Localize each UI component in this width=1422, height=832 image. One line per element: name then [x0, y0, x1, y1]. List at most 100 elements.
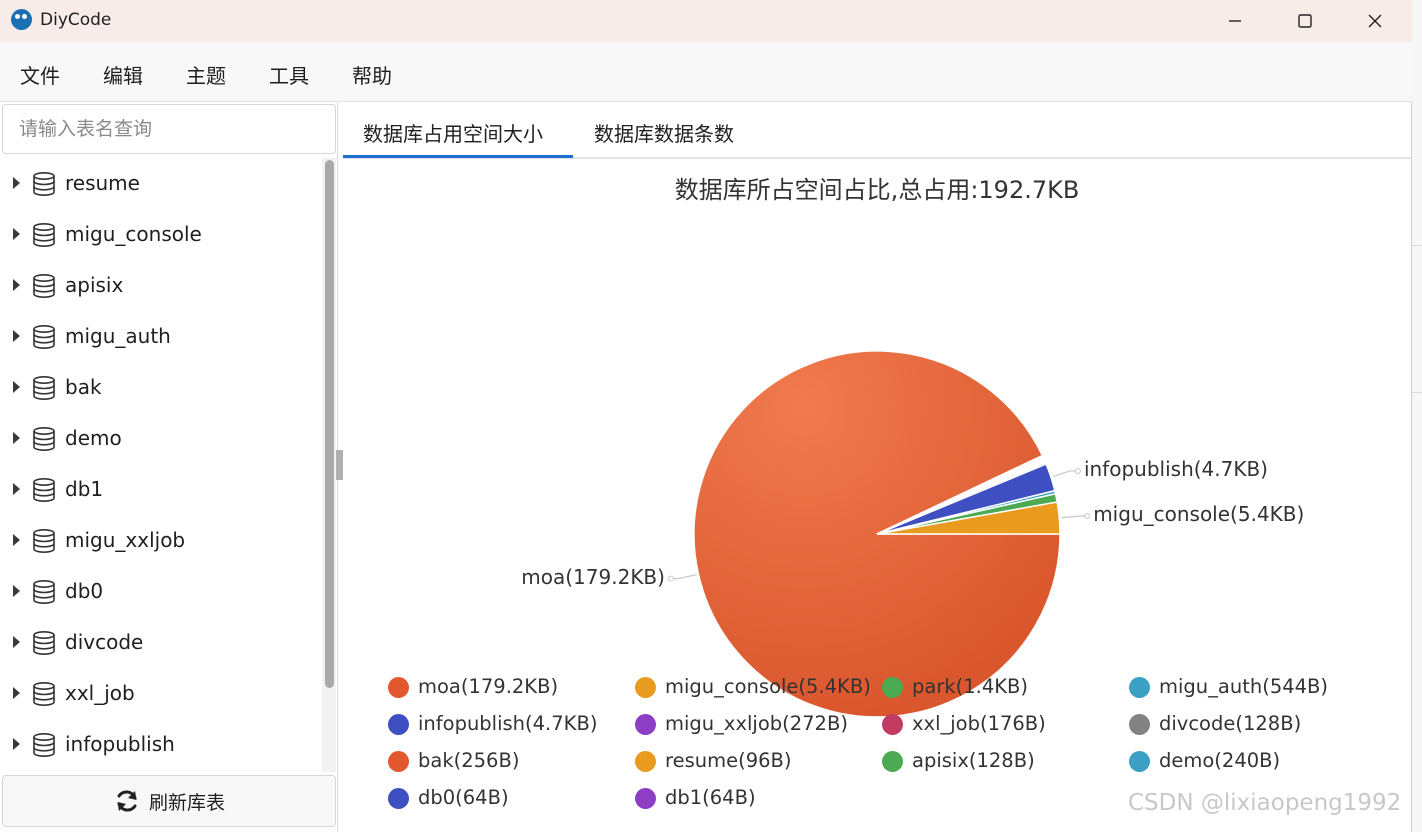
tree-item-resume[interactable]: resume [0, 158, 322, 209]
legend-marker [635, 751, 656, 772]
legend-marker [882, 714, 903, 735]
legend-label: bak(256B) [418, 749, 520, 772]
legend-label: migu_xxljob(272B) [665, 712, 848, 735]
close-button[interactable] [1340, 0, 1410, 42]
tab-bar: 数据库占用空间大小 数据库数据条数 [343, 102, 1411, 159]
legend-item-demo[interactable]: demo(240B) [1129, 747, 1369, 777]
tree-item-db0[interactable]: db0 [0, 566, 322, 617]
refresh-tables-button[interactable]: 刷新库表 [2, 775, 336, 827]
legend-item-apisix[interactable]: apisix(128B) [882, 747, 1122, 777]
pie-label-moa: moa(179.2KB) [521, 564, 665, 589]
legend-marker [1129, 677, 1150, 698]
legend-item-migu_console[interactable]: migu_console(5.4KB) [635, 673, 875, 703]
tree-item-bak[interactable]: bak [0, 362, 322, 413]
expand-arrow-icon[interactable] [13, 534, 20, 546]
title-bar: DiyCode [0, 0, 1412, 42]
legend-label: resume(96B) [665, 749, 792, 772]
refresh-label: 刷新库表 [148, 791, 225, 814]
menu-help[interactable]: 帮助 [352, 60, 392, 89]
menu-tools[interactable]: 工具 [269, 60, 309, 89]
tab-db-space-size[interactable]: 数据库占用空间大小 [363, 118, 543, 147]
database-icon [31, 375, 57, 405]
legend-marker [635, 677, 656, 698]
legend-item-migu_xxljob[interactable]: migu_xxljob(272B) [635, 710, 875, 740]
database-icon [31, 477, 57, 507]
legend-marker [882, 677, 903, 698]
tree-item-xxl_job[interactable]: xxl_job [0, 668, 322, 719]
legend-marker [635, 714, 656, 735]
legend-item-db0[interactable]: db0(64B) [388, 784, 628, 814]
tree-item-label: migu_console [65, 222, 202, 246]
database-icon [31, 171, 57, 201]
pie-label-migu_console: migu_console(5.4KB) [1093, 502, 1305, 527]
database-icon [31, 732, 57, 762]
minimize-button[interactable] [1200, 0, 1270, 42]
legend-item-migu_auth[interactable]: migu_auth(544B) [1129, 673, 1369, 703]
tree-item-infopublish[interactable]: infopublish [0, 719, 322, 770]
legend-label: moa(179.2KB) [418, 675, 559, 698]
expand-arrow-icon[interactable] [13, 279, 20, 291]
legend-item-infopublish[interactable]: infopublish(4.7KB) [388, 710, 628, 740]
tree-item-migu_xxljob[interactable]: migu_xxljob [0, 515, 322, 566]
expand-arrow-icon[interactable] [13, 177, 20, 189]
expand-arrow-icon[interactable] [13, 432, 20, 444]
expand-arrow-icon[interactable] [13, 585, 20, 597]
menu-bar: 文件 编辑 主题 工具 帮助 [0, 42, 1412, 102]
table-search-input[interactable] [2, 104, 336, 154]
leader-dot-moa [667, 575, 674, 582]
active-tab-indicator [343, 155, 573, 158]
leader-line-moa [670, 574, 697, 580]
tree-item-label: bak [65, 375, 102, 399]
legend-label: migu_auth(544B) [1159, 675, 1329, 698]
legend-label: demo(240B) [1159, 749, 1281, 772]
database-icon [31, 681, 57, 711]
window-title: DiyCode [40, 10, 112, 30]
legend-marker [882, 751, 903, 772]
tree-item-divcode[interactable]: divcode [0, 617, 322, 668]
maximize-button[interactable] [1270, 0, 1340, 42]
legend-item-divcode[interactable]: divcode(128B) [1129, 710, 1369, 740]
legend-marker [635, 788, 656, 809]
expand-arrow-icon[interactable] [13, 381, 20, 393]
sidebar-scrollbar-thumb[interactable] [325, 160, 334, 688]
tree-item-label: resume [65, 171, 140, 195]
tree-item-label: apisix [65, 273, 124, 297]
expand-arrow-icon[interactable] [13, 330, 20, 342]
tree-item-label: demo [65, 426, 122, 450]
maximize-icon [1298, 14, 1312, 28]
panel-splitter-handle[interactable] [336, 450, 343, 480]
expand-arrow-icon[interactable] [13, 483, 20, 495]
menu-file[interactable]: 文件 [20, 60, 60, 89]
tree-item-apisix[interactable]: apisix [0, 260, 322, 311]
expand-arrow-icon[interactable] [13, 228, 20, 240]
close-icon [1368, 14, 1382, 28]
chart-title: 数据库所占空间占比,总占用:192.7KB [674, 176, 1080, 204]
leader-line-infopublish [1052, 470, 1078, 478]
legend-marker [388, 677, 409, 698]
legend-label: db0(64B) [418, 786, 509, 809]
menu-theme[interactable]: 主题 [186, 60, 226, 89]
menu-edit[interactable]: 编辑 [103, 60, 143, 89]
expand-arrow-icon[interactable] [13, 738, 20, 750]
database-icon [31, 273, 57, 303]
tree-item-demo[interactable]: demo [0, 413, 322, 464]
tree-item-db1[interactable]: db1 [0, 464, 322, 515]
database-icon [31, 579, 57, 609]
legend-label: xxl_job(176B) [912, 712, 1046, 735]
refresh-icon [117, 790, 137, 812]
legend-item-xxl_job[interactable]: xxl_job(176B) [882, 710, 1122, 740]
tree-item-migu_console[interactable]: migu_console [0, 209, 322, 260]
sidebar: resume migu_consoleapisix migu_authbak demo… [0, 102, 338, 832]
legend-item-park[interactable]: park(1.4KB) [882, 673, 1122, 703]
tree-item-migu_auth[interactable]: migu_auth [0, 311, 322, 362]
database-icon [31, 324, 57, 354]
legend-item-moa[interactable]: moa(179.2KB) [388, 673, 628, 703]
expand-arrow-icon[interactable] [13, 687, 20, 699]
tab-db-row-count[interactable]: 数据库数据条数 [594, 118, 734, 147]
main-panel: 数据库占用空间大小 数据库数据条数 数据库所占空间占比,总占用:192.7KB … [343, 102, 1411, 832]
tree-item-label: infopublish [65, 732, 175, 756]
expand-arrow-icon[interactable] [13, 636, 20, 648]
legend-item-db1[interactable]: db1(64B) [635, 784, 875, 814]
legend-item-resume[interactable]: resume(96B) [635, 747, 875, 777]
legend-item-bak[interactable]: bak(256B) [388, 747, 628, 777]
